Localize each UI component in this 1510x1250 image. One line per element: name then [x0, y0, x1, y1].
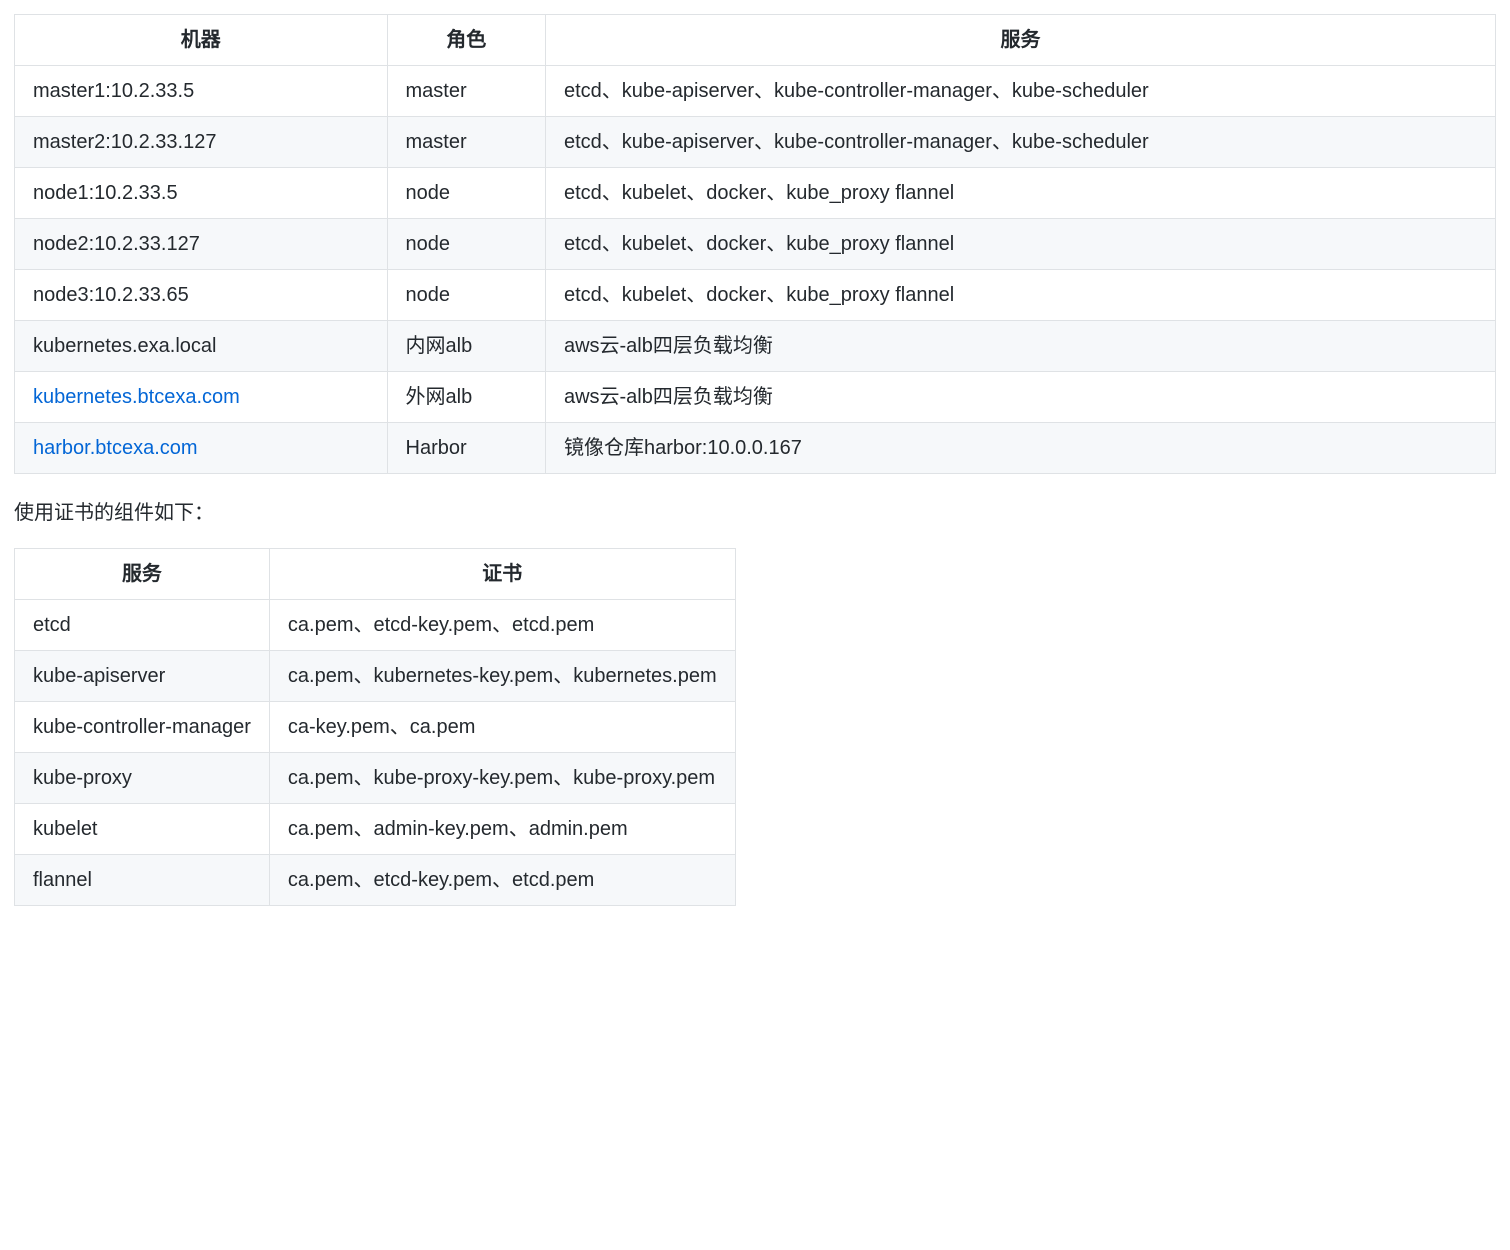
services-cell: aws云-alb四层负载均衡: [545, 372, 1495, 423]
col-machine-header: 机器: [15, 15, 388, 66]
service-cell: flannel: [15, 855, 270, 906]
table-row: node1:10.2.33.5nodeetcd、kubelet、docker、k…: [15, 168, 1496, 219]
table-row: master2:10.2.33.127masteretcd、kube-apise…: [15, 117, 1496, 168]
table-row: kubernetes.btcexa.com 外网albaws云-alb四层负载均衡: [15, 372, 1496, 423]
table-row: kube-apiserverca.pem、kubernetes-key.pem、…: [15, 651, 736, 702]
machine-cell: node1:10.2.33.5: [15, 168, 388, 219]
role-cell: node: [387, 270, 545, 321]
services-cell: etcd、kubelet、docker、kube_proxy flannel: [545, 219, 1495, 270]
certificates-table: 服务 证书 etcdca.pem、etcd-key.pem、etcd.pemku…: [14, 548, 736, 906]
machines-table: 机器 角色 服务 master1:10.2.33.5masteretcd、kub…: [14, 14, 1496, 474]
machine-cell: kubernetes.exa.local: [15, 321, 388, 372]
service-cell: kube-apiserver: [15, 651, 270, 702]
machine-cell: node3:10.2.33.65: [15, 270, 388, 321]
machine-cell: master2:10.2.33.127: [15, 117, 388, 168]
table-row: kubeletca.pem、admin-key.pem、admin.pem: [15, 804, 736, 855]
role-cell: 外网alb: [387, 372, 545, 423]
table-row: harbor.btcexa.com Harbor镜像仓库harbor:10.0.0…: [15, 423, 1496, 474]
certs-cell: ca.pem、etcd-key.pem、etcd.pem: [269, 855, 735, 906]
machine-cell: harbor.btcexa.com: [15, 423, 388, 474]
services-cell: 镜像仓库harbor:10.0.0.167: [545, 423, 1495, 474]
service-cell: kubelet: [15, 804, 270, 855]
certificates-note: 使用证书的组件如下：: [14, 498, 1496, 528]
certs-cell: ca-key.pem、ca.pem: [269, 702, 735, 753]
table-row: node3:10.2.33.65nodeetcd、kubelet、docker、…: [15, 270, 1496, 321]
role-cell: master: [387, 66, 545, 117]
table-row: flannelca.pem、etcd-key.pem、etcd.pem: [15, 855, 736, 906]
role-cell: node: [387, 219, 545, 270]
services-cell: etcd、kube-apiserver、kube-controller-mana…: [545, 117, 1495, 168]
certs-cell: ca.pem、kubernetes-key.pem、kubernetes.pem: [269, 651, 735, 702]
role-cell: node: [387, 168, 545, 219]
table-header-row: 服务 证书: [15, 549, 736, 600]
machine-link[interactable]: harbor.btcexa.com: [33, 437, 198, 459]
role-cell: master: [387, 117, 545, 168]
table-row: node2:10.2.33.127nodeetcd、kubelet、docker…: [15, 219, 1496, 270]
machine-cell: kubernetes.btcexa.com: [15, 372, 388, 423]
role-cell: Harbor: [387, 423, 545, 474]
col-services-header: 服务: [545, 15, 1495, 66]
services-cell: etcd、kube-apiserver、kube-controller-mana…: [545, 66, 1495, 117]
certs-cell: ca.pem、etcd-key.pem、etcd.pem: [269, 600, 735, 651]
table-row: kube-controller-managerca-key.pem、ca.pem: [15, 702, 736, 753]
col-role-header: 角色: [387, 15, 545, 66]
table-row: master1:10.2.33.5masteretcd、kube-apiserv…: [15, 66, 1496, 117]
services-cell: etcd、kubelet、docker、kube_proxy flannel: [545, 270, 1495, 321]
certs-cell: ca.pem、admin-key.pem、admin.pem: [269, 804, 735, 855]
services-cell: aws云-alb四层负载均衡: [545, 321, 1495, 372]
service-cell: etcd: [15, 600, 270, 651]
page-root: 机器 角色 服务 master1:10.2.33.5masteretcd、kub…: [0, 0, 1510, 962]
col-service-header: 服务: [15, 549, 270, 600]
col-cert-header: 证书: [269, 549, 735, 600]
machine-link[interactable]: kubernetes.btcexa.com: [33, 386, 240, 408]
table-row: kubernetes.exa.local内网albaws云-alb四层负载均衡: [15, 321, 1496, 372]
table-row: etcdca.pem、etcd-key.pem、etcd.pem: [15, 600, 736, 651]
machine-cell: master1:10.2.33.5: [15, 66, 388, 117]
service-cell: kube-controller-manager: [15, 702, 270, 753]
table-header-row: 机器 角色 服务: [15, 15, 1496, 66]
certs-cell: ca.pem、kube-proxy-key.pem、kube-proxy.pem: [269, 753, 735, 804]
role-cell: 内网alb: [387, 321, 545, 372]
services-cell: etcd、kubelet、docker、kube_proxy flannel: [545, 168, 1495, 219]
machine-cell: node2:10.2.33.127: [15, 219, 388, 270]
table-row: kube-proxyca.pem、kube-proxy-key.pem、kube…: [15, 753, 736, 804]
service-cell: kube-proxy: [15, 753, 270, 804]
